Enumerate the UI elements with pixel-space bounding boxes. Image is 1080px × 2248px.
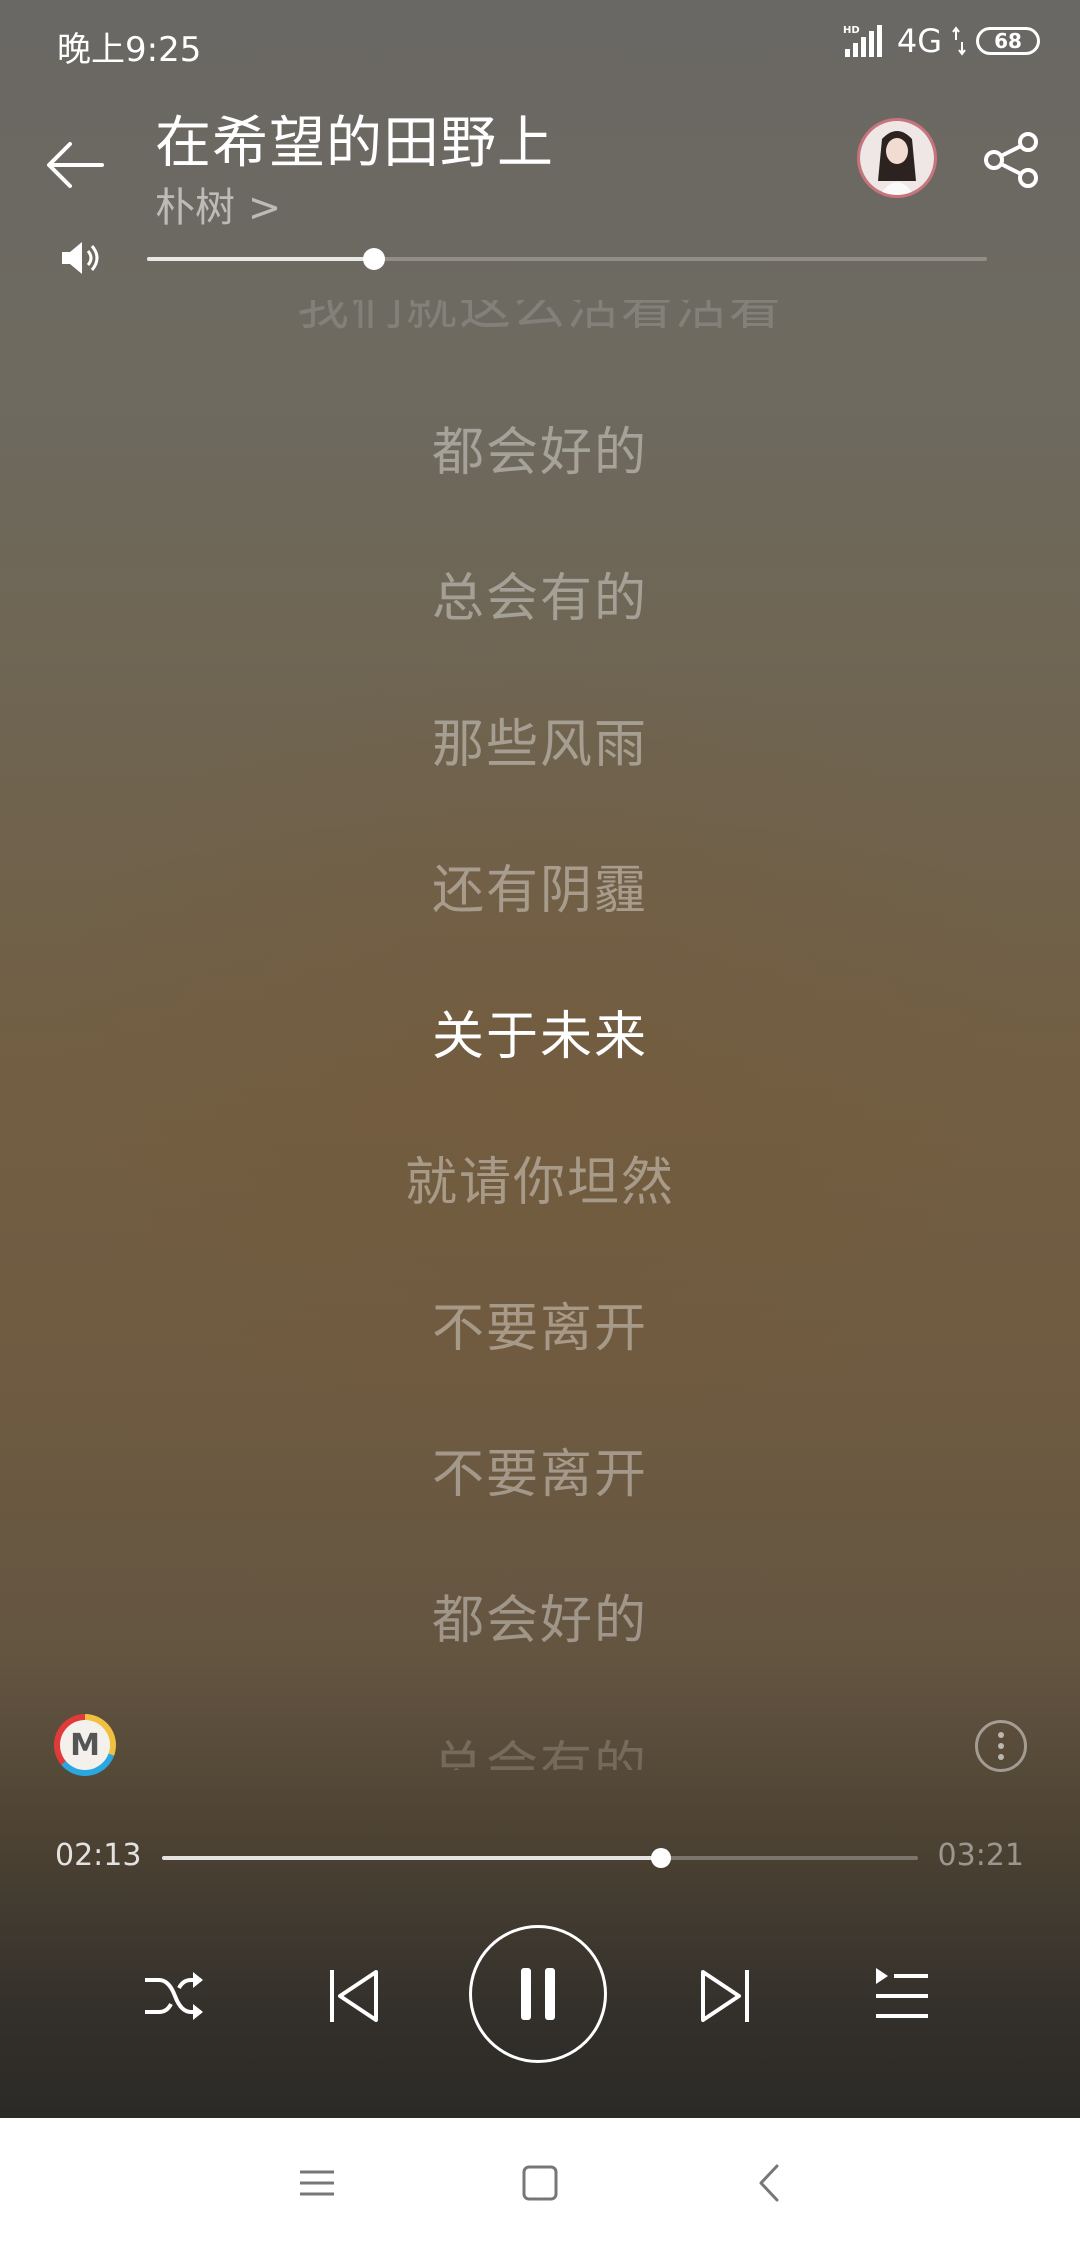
lyric-line: 还有阴霾	[431, 861, 648, 921]
status-time: 晚上9:25	[57, 30, 202, 70]
share-icon[interactable]	[982, 130, 1042, 190]
progress-slider-fill	[162, 1856, 661, 1860]
pause-icon-bar-left	[521, 1968, 531, 2020]
shuffle-icon[interactable]	[143, 1966, 207, 2026]
lyric-line: 不要离开	[431, 1299, 648, 1359]
player-header: 在希望的田野上 朴树 >	[0, 90, 1080, 240]
total-duration: 03:21	[937, 1838, 1024, 1873]
data-transfer-icon	[952, 26, 966, 56]
system-navigation-bar	[0, 2118, 1080, 2248]
next-track-icon[interactable]	[697, 1966, 753, 2026]
battery-level: 68	[994, 29, 1022, 53]
lyric-line: 我们就这么活着活着	[296, 300, 783, 337]
network-type: 4G	[896, 22, 942, 60]
logo-letter: M	[70, 1727, 100, 1763]
music-app-logo-icon[interactable]: M	[54, 1714, 116, 1776]
volume-slider-fill	[147, 257, 374, 261]
lyric-line: 都会好的	[431, 423, 648, 483]
avatar-portrait-icon	[860, 121, 934, 195]
more-options-icon[interactable]	[975, 1720, 1027, 1772]
artist-avatar[interactable]	[857, 118, 937, 198]
recent-apps-icon[interactable]	[292, 2158, 342, 2208]
previous-track-icon[interactable]	[326, 1966, 382, 2026]
lyric-line: 那些风雨	[431, 715, 648, 775]
progress-slider[interactable]	[162, 1848, 918, 1868]
pause-icon-bar-right	[545, 1968, 555, 2020]
lyric-line: 就请你坦然	[404, 1153, 675, 1213]
progress-slider-handle[interactable]	[650, 1848, 671, 1868]
volume-control	[0, 230, 1080, 290]
svg-text:HD: HD	[843, 25, 860, 36]
song-title: 在希望的田野上	[155, 111, 554, 176]
artist-link[interactable]: 朴树 >	[155, 175, 281, 233]
home-icon[interactable]	[515, 2158, 565, 2208]
lyric-line: 不要离开	[431, 1445, 648, 1505]
pause-button[interactable]	[469, 1925, 607, 2063]
system-back-icon[interactable]	[745, 2158, 795, 2208]
lyric-line: 总会有的	[431, 569, 648, 629]
lyric-line-current: 关于未来	[431, 1007, 648, 1067]
elapsed-time: 02:13	[55, 1838, 142, 1873]
playback-progress: 02:13 03:21	[0, 1832, 1080, 1882]
battery-icon: 68	[976, 27, 1040, 55]
lyric-line: 总会有的	[431, 1737, 648, 1770]
playlist-icon[interactable]	[872, 1966, 932, 2026]
playback-controls	[0, 1920, 1080, 2070]
volume-slider[interactable]	[147, 248, 987, 270]
back-arrow-icon[interactable]	[40, 130, 110, 200]
speaker-icon[interactable]	[58, 238, 104, 278]
volume-slider-handle[interactable]	[362, 248, 385, 270]
status-indicators: HD 4G 68	[843, 22, 1040, 60]
lyric-line: 都会好的	[431, 1591, 648, 1651]
signal-icon: HD	[843, 25, 882, 57]
status-bar: 晚上9:25 HD 4G 68	[0, 0, 1080, 90]
lyrics-panel[interactable]: 我们就这么活着活着 都会好的 总会有的 那些风雨 还有阴霾 关于未来 就请你坦然 不要离开 不要…	[0, 300, 1080, 1770]
